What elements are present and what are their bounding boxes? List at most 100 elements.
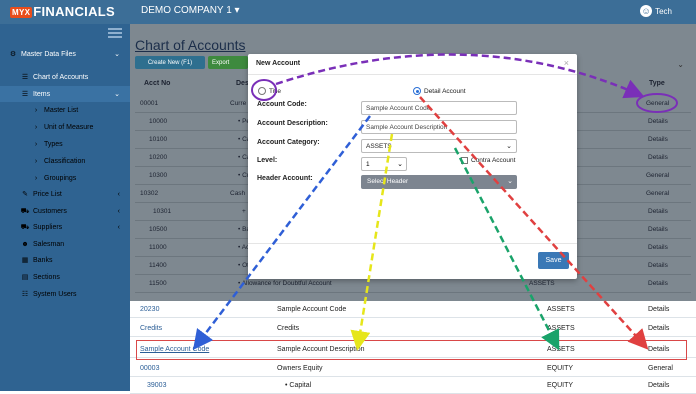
- section-icon: ▤: [21, 274, 29, 281]
- header-account-label: Header Account:: [257, 175, 313, 182]
- chevron-down-icon: ⌄: [506, 143, 512, 150]
- category-cell: ASSETS: [529, 280, 555, 287]
- radio-detail-label: Detail Account: [424, 87, 466, 95]
- table-row[interactable]: 39003 • Capital EQUITY Details: [130, 377, 696, 394]
- sidebar-item-master-list[interactable]: › Master List: [0, 102, 130, 118]
- acct-cell: 10100: [149, 136, 168, 143]
- desc-cell: Owners Equity: [277, 365, 323, 372]
- sidebar-item-banks[interactable]: ▦ Banks: [0, 252, 130, 268]
- user-menu[interactable]: ☺ Tech: [640, 5, 672, 17]
- checkbox-icon: [461, 157, 468, 164]
- category-cell: EQUITY: [547, 365, 574, 372]
- sidebar-item-label: Groupings: [44, 174, 77, 182]
- acct-cell: 11400: [149, 262, 167, 269]
- chevron-right-icon: ›: [34, 157, 38, 165]
- desc-cell: Credits: [277, 325, 300, 332]
- sidebar-item-price-list[interactable]: ✎ Price List ‹: [0, 186, 130, 202]
- chevron-down-icon[interactable]: ⌄: [677, 60, 684, 69]
- chevron-left-icon: ‹: [117, 190, 120, 198]
- chevron-right-icon: ›: [34, 106, 38, 114]
- sidebar-item-groupings[interactable]: › Groupings: [0, 170, 130, 186]
- user-name: Tech: [655, 6, 672, 16]
- sidebar-item-sections[interactable]: ▤ Sections: [0, 269, 130, 285]
- sidebar-item-system-users[interactable]: ☷ System Users: [0, 286, 130, 302]
- close-icon[interactable]: ×: [564, 58, 569, 68]
- level-label: Level:: [257, 157, 278, 164]
- app-logo[interactable]: MYX FINANCIALS: [10, 4, 115, 19]
- type-cell: Details: [648, 382, 670, 389]
- create-new-button[interactable]: Create New (F1): [135, 56, 205, 69]
- column-header-type: Type: [649, 80, 665, 87]
- sidebar-item-label: Price List: [33, 190, 62, 198]
- company-selector[interactable]: DEMO COMPANY 1 ▾: [141, 5, 240, 16]
- table-row[interactable]: 20230 Sample Account Code ASSETS Details: [130, 301, 696, 318]
- category-cell: EQUITY: [547, 382, 574, 389]
- type-cell: General: [646, 172, 670, 179]
- sidebar-item-types[interactable]: › Types: [0, 136, 130, 152]
- desc-cell: • Capital: [285, 382, 312, 389]
- user-avatar-icon: ☺: [640, 5, 653, 17]
- radio-button-selected-icon: [413, 87, 421, 95]
- modal-title: New Account: [256, 60, 301, 67]
- radio-detail-account[interactable]: Detail Account: [413, 87, 466, 95]
- table-row[interactable]: Credits Credits ASSETS Details: [130, 320, 696, 337]
- category-cell: ASSETS: [547, 325, 575, 332]
- sidebar-item-suppliers[interactable]: ⛟ Suppliers ‹: [0, 219, 130, 235]
- type-cell: General: [646, 190, 670, 197]
- sidebar-item-label: Banks: [33, 256, 53, 264]
- type-cell: Details: [648, 262, 668, 269]
- sidebar-item-chart-of-accounts[interactable]: ☰ Chart of Accounts: [0, 69, 130, 85]
- export-button[interactable]: Export: [208, 56, 248, 69]
- sidebar-item-classification[interactable]: › Classification: [0, 153, 130, 169]
- type-cell: General: [648, 365, 673, 372]
- sidebar-item-customers[interactable]: ⛟ Customers ‹: [0, 203, 130, 219]
- list-icon: ☰: [21, 74, 29, 81]
- divider: [248, 74, 577, 75]
- chevron-down-icon: ⌄: [114, 91, 120, 98]
- chevron-right-icon: ›: [34, 123, 38, 131]
- header-account-select[interactable]: Select Header ⌄: [361, 175, 517, 189]
- radio-button-icon: [258, 87, 266, 95]
- sidebar-item-label: Types: [44, 140, 63, 148]
- account-code-input[interactable]: Sample Account Code: [361, 101, 517, 115]
- acct-cell: 10000: [149, 118, 168, 125]
- sidebar-item-label: Items: [33, 90, 51, 98]
- chevron-left-icon: ‹: [117, 207, 120, 215]
- sidebar-item-label: Suppliers: [33, 223, 63, 231]
- column-header-acct: Acct No: [144, 80, 171, 87]
- acct-cell: 10200: [149, 154, 168, 161]
- divider: [248, 243, 577, 244]
- sidebar-item-label: Unit of Measure: [44, 123, 94, 131]
- table-row[interactable]: 00003 Owners Equity EQUITY General: [130, 360, 696, 377]
- hamburger-icon[interactable]: [108, 28, 122, 38]
- sidebar-item-master-data-files[interactable]: ⚙ Master Data Files ⌄: [0, 46, 130, 62]
- chevron-right-icon: ›: [34, 174, 38, 182]
- type-cell: General: [646, 100, 670, 107]
- account-description-label: Account Description:: [257, 120, 328, 127]
- truck-icon: ⛟: [20, 223, 30, 231]
- sidebar-item-salesman[interactable]: ☻ Salesman: [0, 236, 130, 252]
- level-select[interactable]: 1 ⌄: [361, 157, 407, 171]
- tag-icon: ✎: [22, 191, 28, 198]
- account-category-select[interactable]: ASSETS ⌄: [361, 139, 517, 153]
- acct-cell[interactable]: 39003: [147, 382, 166, 389]
- account-category-label: Account Category:: [257, 139, 320, 146]
- sidebar-item-unit-of-measure[interactable]: › Unit of Measure: [0, 119, 130, 135]
- acct-cell[interactable]: Credits: [140, 325, 162, 332]
- new-account-modal: New Account × Title Detail Account Accou…: [248, 54, 577, 279]
- save-button[interactable]: Save: [538, 252, 569, 269]
- chevron-right-icon: ›: [34, 140, 38, 148]
- sidebar-item-items[interactable]: ☰ Items ⌄: [0, 86, 130, 102]
- radio-title[interactable]: Title: [258, 87, 281, 95]
- account-description-input[interactable]: Sample Account Description: [361, 120, 517, 134]
- acct-cell[interactable]: 00003: [140, 365, 159, 372]
- contra-account-checkbox[interactable]: Contra Account: [461, 157, 515, 164]
- sidebar-item-label: Master List: [44, 106, 79, 114]
- cart-icon: ⛟: [20, 207, 30, 215]
- acct-cell[interactable]: 20230: [140, 306, 159, 313]
- acct-cell: 11500: [149, 280, 167, 287]
- desc-cell: Sample Account Code: [277, 306, 347, 313]
- level-value: 1: [366, 161, 370, 168]
- account-code-label: Account Code:: [257, 101, 307, 108]
- menu-icon: ☰: [21, 91, 29, 98]
